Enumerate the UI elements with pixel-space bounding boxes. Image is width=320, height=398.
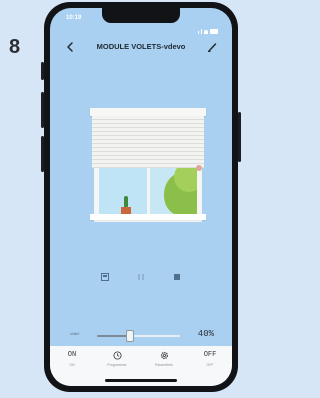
- nav-label-on: ON: [69, 363, 75, 367]
- nav-label-programmer: Programmer: [107, 363, 127, 367]
- notch: [102, 8, 180, 23]
- slider-value: 40%: [197, 329, 214, 339]
- signal-icon: [198, 31, 199, 34]
- battery-icon: [210, 29, 218, 34]
- gear-icon: [160, 351, 168, 359]
- nav-item-programmer[interactable]: Programmer: [97, 350, 137, 367]
- nav-label-off: OFF: [206, 363, 214, 367]
- slider-thumb[interactable]: [126, 330, 135, 342]
- clock-icon: [112, 350, 122, 360]
- open-shutter-icon: [101, 273, 109, 281]
- shutter-handle: [196, 165, 202, 171]
- volume-down-button: [41, 136, 44, 172]
- open-button[interactable]: [97, 269, 113, 285]
- page-title: MODULE VOLETS-vdevo: [96, 42, 186, 51]
- nav-item-off[interactable]: OFF OFF: [190, 350, 230, 367]
- status-time: 10:19: [66, 15, 82, 21]
- status-icons: [196, 16, 218, 34]
- off-text-icon: OFF: [203, 351, 217, 359]
- plant-pot: [121, 207, 131, 214]
- shutter-illustration: [88, 108, 206, 232]
- window-pane-right: [150, 168, 197, 214]
- on-text-icon: ON: [67, 351, 77, 359]
- phone-frame: 10:19 MODULE VOLETS-vdevo Volet 40% ON O…: [41, 2, 241, 392]
- nav-label-parametres: Paramètres: [154, 363, 174, 367]
- shutter-curtain: [92, 116, 204, 168]
- shutter-controls: [50, 269, 232, 285]
- app-header: MODULE VOLETS-vdevo: [50, 38, 232, 58]
- mute-switch: [41, 62, 44, 80]
- slider-label: Volet: [70, 331, 79, 336]
- phone-screen: 10:19 MODULE VOLETS-vdevo Volet 40% ON O…: [50, 8, 232, 386]
- pause-button[interactable]: [133, 269, 149, 285]
- step-number: 8: [9, 36, 21, 58]
- signal-icon: [201, 29, 202, 34]
- shutter-box: [90, 108, 206, 116]
- stop-icon: [174, 274, 180, 280]
- wifi-icon: [204, 30, 208, 34]
- power-button: [238, 112, 241, 162]
- home-indicator[interactable]: [105, 379, 177, 382]
- status-bar: 10:19: [50, 8, 232, 34]
- window-sill: [90, 214, 206, 220]
- slider-track[interactable]: [97, 330, 180, 342]
- pause-icon: [138, 274, 144, 280]
- pencil-icon[interactable]: [206, 41, 218, 53]
- shutter-position-slider: Volet 40%: [50, 328, 232, 344]
- nav-item-parametres[interactable]: Paramètres: [144, 350, 184, 367]
- nav-item-on[interactable]: ON ON: [52, 350, 92, 367]
- close-button[interactable]: [169, 269, 185, 285]
- volume-up-button: [41, 92, 44, 128]
